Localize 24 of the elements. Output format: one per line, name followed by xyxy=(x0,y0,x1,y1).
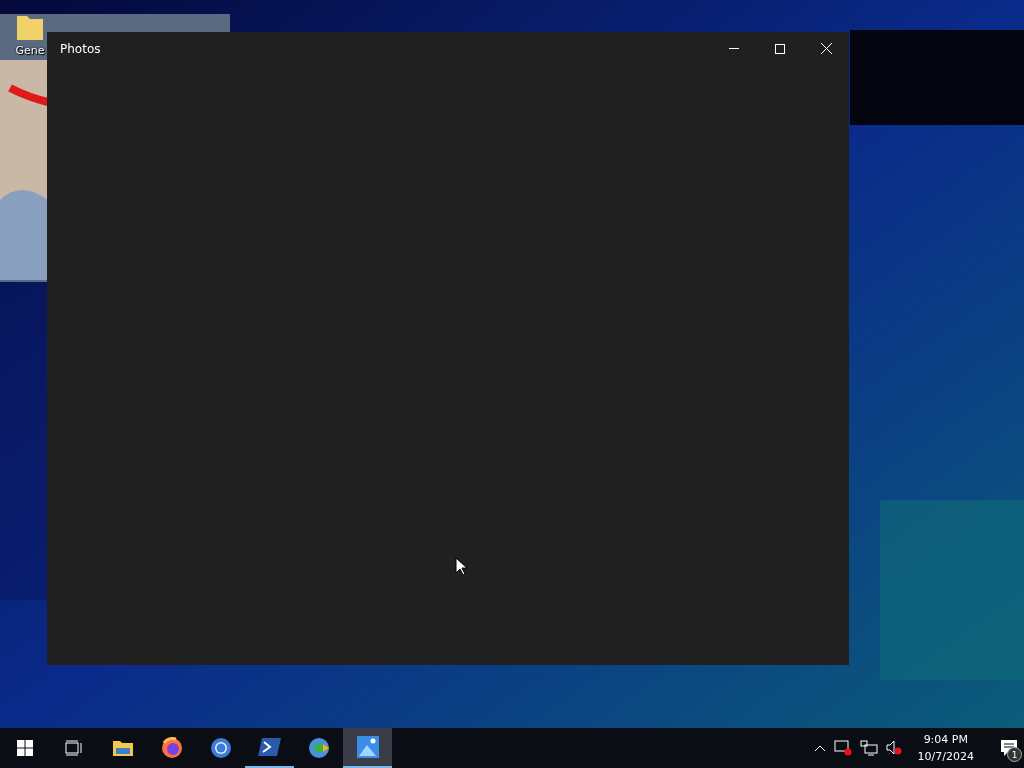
cursor-icon xyxy=(455,557,467,576)
taskbar-app-button[interactable] xyxy=(343,728,392,768)
desktop-icon-label[interactable]: Gene xyxy=(15,44,45,57)
chevron-up-icon[interactable] xyxy=(813,744,826,752)
monitor-alert-icon[interactable] xyxy=(833,740,852,756)
notification-count: 1 xyxy=(1007,747,1022,762)
terminal-icon xyxy=(257,737,282,757)
ring-icon xyxy=(307,737,330,759)
minimize-icon xyxy=(729,48,739,49)
ring-icon xyxy=(209,737,232,759)
windows-logo-icon xyxy=(16,740,33,756)
clock[interactable]: 9:04 PM 10/7/2024 xyxy=(909,731,982,765)
folder-icon xyxy=(111,739,134,757)
task-view-icon xyxy=(64,740,83,756)
close-icon xyxy=(820,43,832,54)
notifications-button[interactable]: 1 xyxy=(994,728,1024,768)
fox-globe-icon xyxy=(160,737,183,759)
image-icon xyxy=(355,735,380,759)
speaker-muted-icon[interactable] xyxy=(885,740,902,756)
maximize-icon xyxy=(775,43,785,54)
clock-date: 10/7/2024 xyxy=(917,749,974,765)
window-title: Photos xyxy=(59,41,102,56)
clock-time: 9:04 PM xyxy=(923,732,968,748)
network-icon[interactable] xyxy=(859,740,878,756)
